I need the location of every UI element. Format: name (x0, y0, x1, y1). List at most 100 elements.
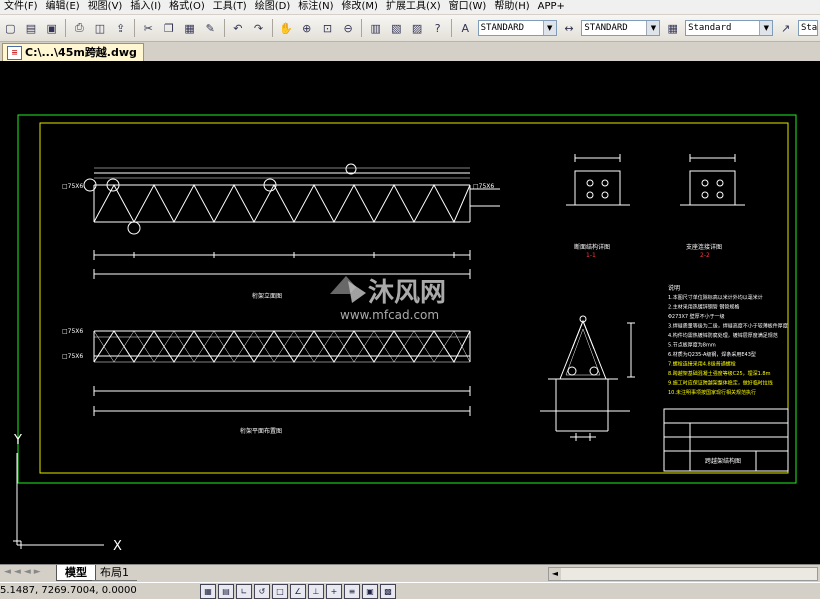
copy-icon[interactable]: ❐ (161, 19, 178, 37)
menu-item[interactable]: 修改(M) (338, 0, 382, 14)
ortho-toggle-icon[interactable]: ∟ (236, 584, 252, 599)
menu-item[interactable]: 工具(T) (209, 0, 251, 14)
section-2-title: 支座连接详图 (686, 243, 722, 251)
ucs-icon (13, 453, 104, 549)
menu-item[interactable]: 插入(I) (126, 0, 165, 14)
publish-icon[interactable]: ⇪ (112, 19, 129, 37)
layout-tab-bar: ◄◄◄► 模型 布局1 ◄ (0, 564, 820, 582)
scroll-left-icon[interactable]: ◄ (549, 568, 561, 580)
menu-item[interactable]: 格式(O) (165, 0, 209, 14)
note-line: 5.节点板厚度为8mm (668, 342, 716, 349)
menu-item[interactable]: 编辑(E) (42, 0, 84, 14)
grid-toggle-icon[interactable]: ▤ (218, 584, 234, 599)
new-file-icon[interactable]: ▢ (2, 19, 19, 37)
menu-item[interactable]: 窗口(W) (445, 0, 491, 14)
dimension-style-select[interactable]: STANDARD ▼ (581, 20, 661, 36)
plan-title: 桁架平面布置图 (240, 427, 282, 435)
multileader-style-icon: ↗ (781, 21, 791, 35)
section-1-title: 断面结构详图 (574, 243, 610, 251)
zoom-previous-icon[interactable]: ⊖ (340, 19, 357, 37)
section-2-label: 2-2 (700, 252, 710, 259)
title-block-label: 跨越架结构图 (705, 457, 741, 465)
layout-nav-arrows-icon[interactable]: ◄◄◄► (4, 567, 44, 577)
member-label-2: □75X6 (473, 183, 494, 190)
save-icon[interactable]: ▣ (43, 19, 60, 37)
polar-toggle-icon[interactable]: ↺ (254, 584, 270, 599)
otrack-toggle-icon[interactable]: ∠ (290, 584, 306, 599)
chevron-down-icon[interactable]: ▼ (646, 21, 660, 35)
zoom-realtime-icon[interactable]: ⊕ (298, 19, 315, 37)
menu-item[interactable]: 帮助(H) (490, 0, 533, 14)
zoom-window-icon[interactable]: ⊡ (319, 19, 336, 37)
drawing-canvas[interactable]: □75X6 □75X6 桁架立面图 □75X6 □75X6 桁架平面布置图 断面… (0, 61, 820, 564)
coordinate-readout: 5.1487, 7269.7004, 0.0000 (0, 585, 137, 596)
design-center-icon[interactable]: ▧ (388, 19, 405, 37)
menu-item[interactable]: 扩展工具(X) (382, 0, 445, 14)
toolbar: ▢ ▤ ▣ ⎙ ◫ ⇪ ✂ ❐ ▦ ✎ ↶ ↷ ✋ ⊕ ⊡ ⊖ ▥ ▧ ▨ ? … (0, 15, 820, 42)
print-preview-icon[interactable]: ◫ (92, 19, 109, 37)
note-line: 1.本图尺寸单位除标高以米计外均以毫米计 (668, 294, 763, 301)
elevation-title: 桁架立面图 (252, 292, 282, 300)
watermark-brand: 沐风网 (368, 278, 446, 308)
menu-item[interactable]: 绘图(D) (251, 0, 295, 14)
toolbar-separator (451, 19, 452, 37)
note-line: 8.跨越架基础混凝土强度等级C25，埋深1.8m (668, 370, 771, 377)
status-toggles: ▦ ▤ ∟ ↺ □ ∠ ⊥ + ≡ ▣ ▩ (200, 584, 398, 599)
note-line: 3.焊缝质量等级为二级，焊缝高度不小于较薄板件厚度 (668, 323, 788, 330)
properties-icon[interactable]: ▥ (367, 19, 384, 37)
lineweight-toggle-icon[interactable]: ≡ (344, 584, 360, 599)
chevron-down-icon[interactable]: ▼ (759, 21, 773, 35)
table-style-icon: ▦ (667, 21, 678, 35)
watermark-logo (330, 276, 366, 303)
snap-toggle-icon[interactable]: ▦ (200, 584, 216, 599)
dimension-style-icon: ↔ (564, 21, 574, 35)
toolbar-separator (223, 19, 225, 37)
toolbar-separator (133, 19, 135, 37)
note-line: 9.施工时应保证跨越架整体稳定，做好临时拉线 (668, 380, 773, 387)
osnap-toggle-icon[interactable]: □ (272, 584, 288, 599)
horizontal-scrollbar[interactable]: ◄ (548, 567, 818, 581)
member-label-1: □75X6 (62, 183, 83, 190)
truss-plan (93, 330, 471, 416)
multileader-style-value: Sta (800, 23, 817, 33)
menu-bar: 文件(F) 编辑(E) 视图(V) 插入(I) 格式(O) 工具(T) 绘图(D) 标注(N)… (0, 0, 820, 14)
open-file-icon[interactable]: ▤ (23, 19, 40, 37)
status-bar: 5.1487, 7269.7004, 0.0000 ▦ ▤ ∟ ↺ □ ∠ ⊥ … (0, 582, 820, 599)
section-1-label: 1-1 (586, 252, 596, 259)
text-style-icon: A (461, 21, 470, 35)
multileader-style-select[interactable]: Sta (797, 20, 818, 36)
document-tab-strip: ≡ C:\...\45m跨越.dwg (0, 42, 820, 61)
menu-item[interactable]: 标注(N) (294, 0, 337, 14)
truss-elevation (83, 163, 500, 279)
paste-icon[interactable]: ▦ (181, 19, 198, 37)
ucs-x-label: X (113, 539, 122, 554)
help-icon[interactable]: ? (429, 19, 446, 37)
document-tab[interactable]: ≡ C:\...\45m跨越.dwg (2, 43, 144, 61)
menu-item[interactable]: 视图(V) (84, 0, 127, 14)
match-properties-icon[interactable]: ✎ (202, 19, 219, 37)
undo-icon[interactable]: ↶ (229, 19, 246, 37)
menu-item[interactable]: APP+ (534, 0, 569, 14)
ducs-toggle-icon[interactable]: ⊥ (308, 584, 324, 599)
tool-palettes-icon[interactable]: ▨ (409, 19, 426, 37)
member-label-3: □75X6 (62, 328, 83, 335)
print-icon[interactable]: ⎙ (71, 19, 88, 37)
table-style-value: Standard (688, 23, 732, 33)
notes-title: 说明 (668, 284, 680, 292)
dyn-toggle-icon[interactable]: + (326, 584, 342, 599)
tab-layout1[interactable]: 布局1 (92, 565, 137, 581)
text-style-select[interactable]: STANDARD ▼ (477, 20, 557, 36)
chevron-down-icon[interactable]: ▼ (542, 21, 556, 35)
pan-icon[interactable]: ✋ (278, 19, 295, 37)
menu-item[interactable]: 文件(F) (0, 0, 42, 14)
quick-properties-icon[interactable]: ▣ (362, 584, 378, 599)
note-line: 7.螺栓连接采用4.8级普通螺栓 (668, 361, 736, 368)
note-line: Φ273X7 壁厚不小于一级 (668, 313, 725, 320)
table-style-select[interactable]: Standard ▼ (685, 20, 774, 36)
tab-model[interactable]: 模型 (56, 565, 96, 581)
selection-cycling-icon[interactable]: ▩ (380, 584, 396, 599)
cut-icon[interactable]: ✂ (140, 19, 157, 37)
dwg-file-icon: ≡ (7, 46, 22, 60)
ucs-y-label: Y (13, 433, 22, 448)
redo-icon[interactable]: ↷ (250, 19, 267, 37)
